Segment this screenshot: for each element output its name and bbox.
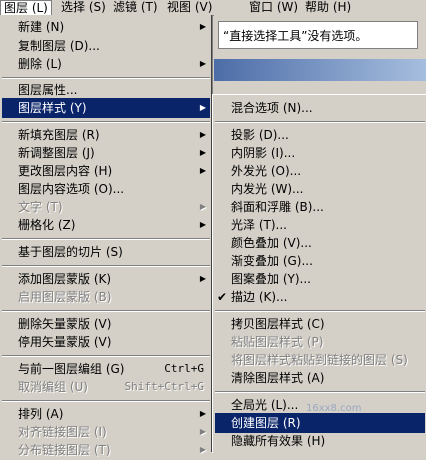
submenu-arrow-icon: ▶ xyxy=(199,22,206,31)
document-titlebar xyxy=(214,59,426,81)
menu-item-hide-effects[interactable]: 隐藏所有效果 (H) xyxy=(215,431,425,451)
submenu-arrow-icon: ▶ xyxy=(199,59,206,68)
submenu-arrow-icon: ▶ xyxy=(199,130,206,139)
menu-separator xyxy=(2,265,210,267)
menu-item-arrange[interactable]: 排列 (A) ▶ xyxy=(2,404,210,424)
menu-separator xyxy=(2,238,210,240)
menu-filter[interactable]: 滤镜 (T) xyxy=(110,0,161,15)
menu-select[interactable]: 选择 (S) xyxy=(58,0,109,15)
menu-item-ungroup[interactable]: 取消编组 (U) Shift+Ctrl+G xyxy=(2,377,210,397)
options-message: “直接选择工具”没有选项。 xyxy=(218,21,418,49)
menu-item-rasterize[interactable]: 栅格化 (Z) ▶ xyxy=(2,215,210,235)
submenu-arrow-icon: ▶ xyxy=(199,166,206,175)
menu-item-bevel-emboss[interactable]: 斜面和浮雕 (B)... xyxy=(215,197,425,217)
checkmark-icon: ✔ xyxy=(217,290,228,304)
menu-view[interactable]: 视图 (V) xyxy=(164,0,215,15)
menu-item-distribute-linked[interactable]: 分布链接图层 (T) ▶ xyxy=(2,440,210,460)
menu-item-create-layer[interactable]: 创建图层 (R) xyxy=(215,413,425,433)
layer-style-submenu: 混合选项 (N)... 投影 (D)... 内阴影 (I)... 外发光 (O)… xyxy=(212,94,426,453)
menu-separator xyxy=(215,121,425,123)
menu-separator xyxy=(215,310,425,312)
menu-item-new[interactable]: 新建 (N) ▶ xyxy=(2,17,210,37)
menu-item-duplicate[interactable]: 复制图层 (D)... xyxy=(2,36,210,56)
menu-item-paste-to-linked[interactable]: 将图层样式粘贴到链接的图层 (S) xyxy=(215,350,425,370)
menu-layer[interactable]: 图层 (L) xyxy=(0,0,52,15)
options-panel: “直接选择工具”没有选项。 xyxy=(214,15,426,94)
menu-item-delete-vmask[interactable]: 删除矢量蒙版 (V) xyxy=(2,314,210,334)
menu-separator xyxy=(2,77,210,79)
submenu-arrow-icon: ▶ xyxy=(199,148,206,157)
layer-menu: 新建 (N) ▶ 复制图层 (D)... 删除 (L) ▶ 图层属性... 图层样式… xyxy=(0,15,213,457)
menu-item-add-mask[interactable]: 添加图层蒙版 (K) ▶ xyxy=(2,269,210,289)
menu-separator xyxy=(2,121,210,123)
submenu-arrow-icon: ▶ xyxy=(199,409,206,418)
menu-help[interactable]: 帮助 (H) xyxy=(302,0,354,15)
menu-item-change-content[interactable]: 更改图层内容 (H) ▶ xyxy=(2,161,210,181)
menu-item-stroke[interactable]: ✔ 描边 (K)... xyxy=(215,287,425,307)
menu-item-group-previous[interactable]: 与前一图层编组 (G) Ctrl+G xyxy=(2,359,210,379)
submenu-arrow-icon: ▶ xyxy=(199,103,206,112)
menu-item-gradient-overlay[interactable]: 渐变叠加 (G)... xyxy=(215,251,425,271)
menu-item-paste-style[interactable]: 粘贴图层样式 (P) xyxy=(215,332,425,352)
menu-item-new-adjust[interactable]: 新调整图层 (J) ▶ xyxy=(2,143,210,163)
menu-separator xyxy=(2,355,210,357)
menu-window[interactable]: 窗口 (W) xyxy=(246,0,301,15)
menu-separator xyxy=(2,400,210,402)
menu-item-disable-vmask[interactable]: 停用矢量蒙版 (V) xyxy=(2,332,210,352)
submenu-arrow-icon: ▶ xyxy=(199,445,206,454)
menu-separator xyxy=(215,391,425,393)
menu-item-slice[interactable]: 基于图层的切片 (S) xyxy=(2,242,210,262)
watermark: 16xx8.com xyxy=(306,403,362,414)
menu-item-properties[interactable]: 图层属性... xyxy=(2,80,210,100)
menu-item-content-options[interactable]: 图层内容选项 (O)... xyxy=(2,179,210,199)
menu-item-color-overlay[interactable]: 颜色叠加 (V)... xyxy=(215,233,425,253)
submenu-arrow-icon: ▶ xyxy=(199,427,206,436)
menu-item-copy-style[interactable]: 拷贝图层样式 (C) xyxy=(215,314,425,334)
menu-item-type[interactable]: 文字 (T) ▶ xyxy=(2,197,210,217)
menu-item-new-fill[interactable]: 新填充图层 (R) ▶ xyxy=(2,125,210,145)
menu-item-inner-shadow[interactable]: 内阴影 (I)... xyxy=(215,143,425,163)
menu-item-align-linked[interactable]: 对齐链接图层 (I) ▶ xyxy=(2,422,210,442)
menu-item-pattern-overlay[interactable]: 图案叠加 (Y)... xyxy=(215,269,425,289)
menu-item-blending-options[interactable]: 混合选项 (N)... xyxy=(215,98,425,118)
menu-item-outer-glow[interactable]: 外发光 (O)... xyxy=(215,161,425,181)
submenu-arrow-icon: ▶ xyxy=(199,220,206,229)
menu-item-inner-glow[interactable]: 内发光 (W)... xyxy=(215,179,425,199)
menu-item-enable-mask[interactable]: 启用图层蒙版 (B) xyxy=(2,287,210,307)
menu-item-clear-style[interactable]: 清除图层样式 (A) xyxy=(215,368,425,388)
menubar: 图层 (L) 选择 (S) 滤镜 (T) 视图 (V) 窗口 (W) 帮助 (H… xyxy=(0,0,426,16)
menu-item-layer-style[interactable]: 图层样式 (Y) ▶ xyxy=(2,98,210,118)
submenu-arrow-icon: ▶ xyxy=(199,202,206,211)
menu-separator xyxy=(2,310,210,312)
menu-item-drop-shadow[interactable]: 投影 (D)... xyxy=(215,125,425,145)
submenu-arrow-icon: ▶ xyxy=(199,274,206,283)
menu-item-satin[interactable]: 光泽 (T)... xyxy=(215,215,425,235)
menu-item-delete[interactable]: 删除 (L) ▶ xyxy=(2,54,210,74)
